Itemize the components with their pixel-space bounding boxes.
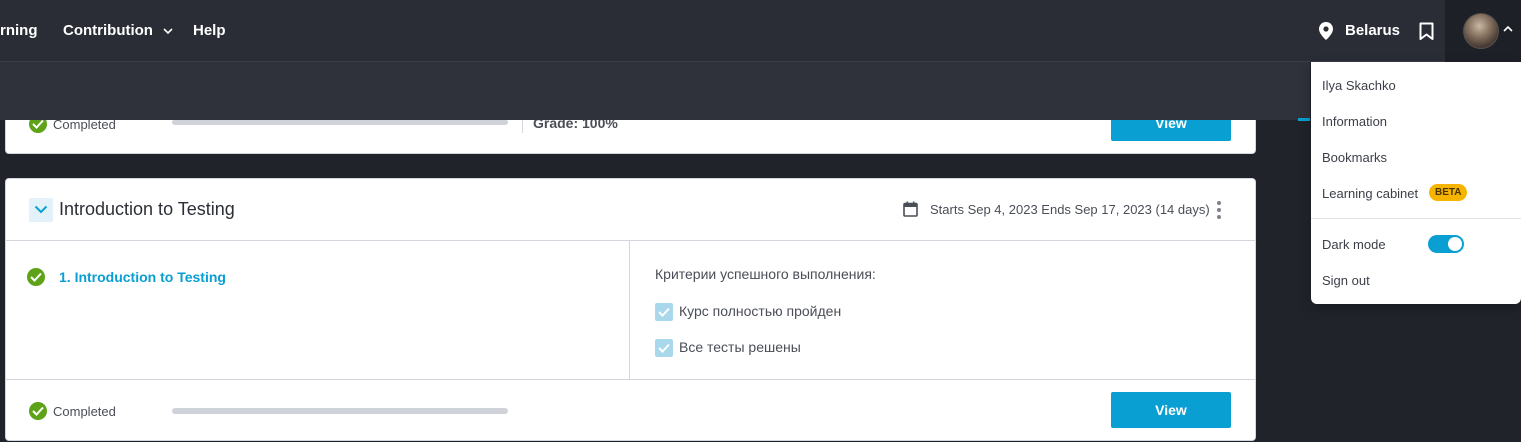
avatar <box>1463 13 1499 49</box>
user-menu-toggle[interactable] <box>1445 0 1521 62</box>
lesson-link[interactable]: 1. Introduction to Testing <box>59 269 226 285</box>
top-navbar: rning Contribution Help Belarus <box>0 0 1521 62</box>
active-tab-indicator <box>1298 118 1310 121</box>
toggle-knob <box>1448 237 1462 251</box>
sub-navbar-overlay <box>0 62 1310 120</box>
checkbox-checked-icon <box>655 303 673 321</box>
course-title: Introduction to Testing <box>59 199 235 219</box>
chevron-up-icon <box>1503 26 1513 32</box>
calendar-icon <box>903 201 918 217</box>
nav-contribution[interactable]: Contribution <box>63 0 173 62</box>
completion-status: Completed <box>53 404 116 419</box>
course-dates: Starts Sep 4, 2023 Ends Sep 17, 2023 (14… <box>930 202 1210 217</box>
criteria-item: Курс полностью пройден <box>679 303 842 319</box>
check-circle-icon <box>29 402 47 420</box>
nav-contribution-label: Contribution <box>63 22 153 39</box>
menu-item-learning-cabinet[interactable]: Learning cabinet <box>1322 186 1418 201</box>
course-card: Introduction to Testing Starts Sep 4, 20… <box>5 178 1256 441</box>
menu-item-information[interactable]: Information <box>1322 114 1387 129</box>
divider <box>6 240 1255 241</box>
location-selector[interactable]: Belarus <box>1345 0 1400 62</box>
criteria-title: Критерии успешного выполнения: <box>655 266 876 282</box>
menu-item-sign-out[interactable]: Sign out <box>1322 273 1370 288</box>
nav-learning[interactable]: rning <box>0 0 38 62</box>
nav-help[interactable]: Help <box>193 0 226 62</box>
check-circle-icon <box>27 268 45 286</box>
user-dropdown-menu: Ilya Skachko Information Bookmarks Learn… <box>1311 62 1521 304</box>
divider <box>1311 218 1521 219</box>
location-pin-icon <box>1319 22 1333 40</box>
dark-mode-label: Dark mode <box>1322 237 1386 252</box>
more-options-icon[interactable] <box>1212 200 1226 220</box>
chevron-down-icon <box>163 28 173 35</box>
dark-mode-toggle[interactable] <box>1428 235 1464 253</box>
chevron-down-icon <box>34 205 48 214</box>
view-button[interactable]: View <box>1111 392 1231 428</box>
checkbox-checked-icon <box>655 339 673 357</box>
divider <box>629 240 630 379</box>
beta-badge: BETA <box>1429 184 1468 201</box>
bookmark-icon[interactable] <box>1419 22 1434 41</box>
menu-item-bookmarks[interactable]: Bookmarks <box>1322 150 1387 165</box>
divider <box>6 379 1255 380</box>
menu-user-name[interactable]: Ilya Skachko <box>1322 78 1396 93</box>
collapse-button[interactable] <box>29 198 53 222</box>
criteria-item: Все тесты решены <box>679 339 801 355</box>
progress-bar <box>172 408 508 414</box>
